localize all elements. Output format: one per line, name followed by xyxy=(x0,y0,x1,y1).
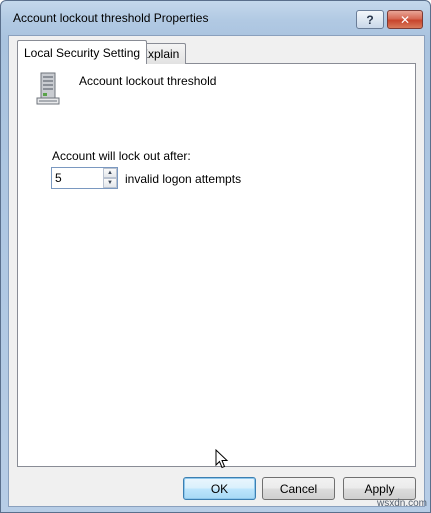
spin-up-button[interactable]: ▲ xyxy=(103,168,117,178)
lockout-label: Account will lock out after: xyxy=(52,149,191,163)
properties-dialog: Account lockout threshold Properties ? ✕… xyxy=(0,0,431,513)
policy-name: Account lockout threshold xyxy=(79,74,217,88)
threshold-input[interactable] xyxy=(52,168,102,188)
threshold-stepper[interactable]: ▲ ▼ xyxy=(51,167,118,189)
attempts-unit-label: invalid logon attempts xyxy=(125,172,242,186)
dialog-body: Local Security Setting Explain Account l… xyxy=(8,35,425,507)
help-icon: ? xyxy=(366,12,374,27)
cancel-button[interactable]: Cancel xyxy=(262,477,335,500)
close-button[interactable]: ✕ xyxy=(387,10,423,29)
watermark-text: wsxdn.com xyxy=(377,498,428,509)
ok-button[interactable]: OK xyxy=(183,477,256,500)
help-button[interactable]: ? xyxy=(356,10,384,29)
tab-panel: Account lockout threshold Account will l… xyxy=(17,63,416,467)
close-icon: ✕ xyxy=(399,12,411,27)
tab-local-security-setting[interactable]: Local Security Setting xyxy=(17,40,148,64)
apply-button[interactable]: Apply xyxy=(343,477,416,500)
spin-down-button[interactable]: ▼ xyxy=(103,178,117,188)
window-title: Account lockout threshold Properties xyxy=(13,11,209,25)
chevron-up-icon: ▲ xyxy=(107,170,113,176)
title-bar[interactable]: Account lockout threshold Properties ? ✕ xyxy=(1,1,430,35)
server-tower-icon xyxy=(36,72,60,105)
chevron-down-icon: ▼ xyxy=(107,180,113,186)
